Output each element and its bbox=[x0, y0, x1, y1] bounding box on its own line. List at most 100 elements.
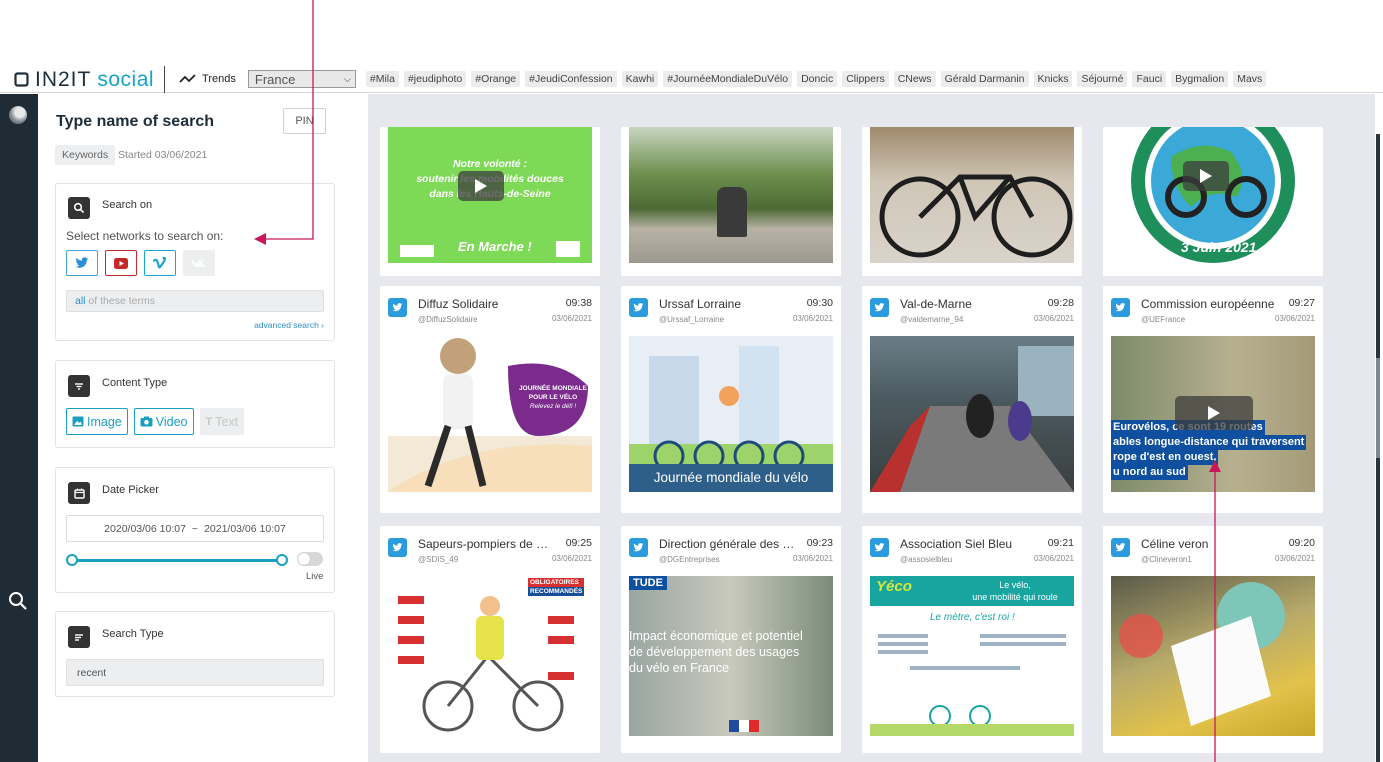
trending-tag[interactable]: Clippers bbox=[842, 70, 889, 88]
post-card[interactable]: Commission européenne @UEFrance 09:27 03/06… bbox=[1103, 286, 1323, 513]
post-media[interactable] bbox=[870, 127, 1074, 263]
media-text: Impact économique et potentiel bbox=[629, 629, 803, 643]
trending-tag[interactable]: Kawhi bbox=[621, 70, 659, 88]
trending-tag[interactable]: #JournéeMondialeDuVélo bbox=[663, 70, 793, 88]
post-media[interactable]: Journée mondiale du vélo bbox=[629, 336, 833, 492]
live-toggle[interactable] bbox=[297, 552, 323, 566]
date-slider-end-handle[interactable] bbox=[276, 554, 288, 566]
media-text: rope d'est en ouest, bbox=[1111, 450, 1219, 465]
search-type-select[interactable]: recent bbox=[66, 659, 324, 686]
post-card[interactable]: Diffuz Solidaire @DiffuzSolidaire 09:38 03/… bbox=[380, 286, 600, 513]
post-date: 03/06/2021 bbox=[792, 314, 833, 323]
illustration bbox=[398, 596, 574, 732]
search-on-card: Search on Select networks to search on: … bbox=[55, 183, 335, 341]
youtube-toggle[interactable] bbox=[105, 250, 137, 276]
post-card[interactable]: Val-de-Marne @valdemarne_94 09:28 03/06/202… bbox=[862, 286, 1082, 513]
trending-tag[interactable]: CNews bbox=[893, 70, 936, 88]
post-author-handle[interactable]: @Urssaf_Lorraine bbox=[659, 315, 724, 324]
post-media[interactable]: OBLIGATOIRES RECOMMANDÉS bbox=[388, 576, 592, 736]
post-author-name[interactable]: Association Siel Bleu bbox=[900, 537, 1038, 551]
trend-line-icon bbox=[179, 74, 196, 83]
trending-tag[interactable]: #jeudiphoto bbox=[403, 70, 467, 88]
avatar[interactable] bbox=[9, 106, 27, 124]
trending-tag[interactable]: Bygmalion bbox=[1171, 70, 1229, 88]
photo bbox=[1119, 582, 1285, 726]
media-logo bbox=[556, 241, 580, 257]
trending-tag[interactable]: Mavs bbox=[1233, 70, 1267, 88]
vimeo-toggle[interactable] bbox=[144, 250, 176, 276]
trending-tag[interactable]: Gérald Darmanin bbox=[940, 70, 1029, 88]
twitter-toggle[interactable] bbox=[66, 250, 98, 276]
post-author-handle[interactable]: @DGEntreprises bbox=[659, 555, 720, 564]
play-icon[interactable] bbox=[458, 171, 504, 201]
post-media[interactable]: JOURNÉE MONDIALE POUR LE VÉLO Relevez le d… bbox=[388, 336, 592, 492]
post-author-handle[interactable]: @UEFrance bbox=[1141, 315, 1185, 324]
search-icon[interactable] bbox=[7, 590, 29, 612]
post-author-name[interactable]: Direction générale des Entreprises bbox=[659, 537, 797, 551]
post-card[interactable]: Notre volonté : soutenir les mobilités d… bbox=[380, 127, 600, 276]
post-card[interactable]: Association Siel Bleu @assosielbleu 09:21 0… bbox=[862, 526, 1082, 753]
trending-tag[interactable]: Séjourné bbox=[1077, 70, 1128, 88]
post-media[interactable] bbox=[870, 336, 1074, 492]
trending-tag[interactable]: Doncic bbox=[797, 70, 838, 88]
date-range-input[interactable]: 2020/03/06 10:07 ~ 2021/03/06 10:07 bbox=[66, 515, 324, 542]
post-author-name[interactable]: Céline veron bbox=[1141, 537, 1279, 551]
post-author-name[interactable]: Commission européenne bbox=[1141, 297, 1279, 311]
post-media[interactable]: TUDE Impact économique et potentiel de dév… bbox=[629, 576, 833, 736]
trends-button[interactable]: Trends bbox=[179, 73, 236, 85]
play-icon[interactable] bbox=[1183, 161, 1229, 191]
post-author-name[interactable]: Urssaf Lorraine bbox=[659, 297, 797, 311]
advanced-search-link[interactable]: advanced search › bbox=[254, 320, 324, 330]
trending-tag[interactable]: #Orange bbox=[471, 70, 521, 88]
post-card[interactable]: Direction générale des Entreprises @DGEnt… bbox=[621, 526, 841, 753]
media-text: Notre volonté : bbox=[452, 158, 528, 170]
trending-tag[interactable]: Fauci bbox=[1132, 70, 1167, 88]
post-author-handle[interactable]: @assosielbleu bbox=[900, 555, 952, 564]
twitter-icon bbox=[388, 538, 407, 557]
media-logo bbox=[400, 245, 434, 257]
post-media[interactable]: Yéco Le vélo, une mobilité qui roule Le mèt… bbox=[870, 576, 1074, 736]
terms-input[interactable]: all of these terms bbox=[66, 290, 324, 312]
post-author-handle[interactable]: @Clineveron1 bbox=[1141, 555, 1192, 564]
post-author-name[interactable]: Sapeurs-pompiers de Maine-et-Loire bbox=[418, 537, 556, 551]
pin-button[interactable]: PIN bbox=[283, 108, 326, 134]
image-type-button[interactable]: Image bbox=[66, 408, 128, 435]
post-author-handle[interactable]: @DiffuzSolidaire bbox=[418, 315, 478, 324]
post-card[interactable] bbox=[862, 127, 1082, 276]
country-select[interactable]: France ⌵ bbox=[247, 70, 356, 88]
results-grid[interactable]: Notre volonté : soutenir les mobilités d… bbox=[368, 127, 1375, 762]
play-icon[interactable] bbox=[1175, 396, 1253, 430]
post-card[interactable]: 3 Juin 2021 bbox=[1103, 127, 1323, 276]
post-author-handle[interactable]: @valdemarne_94 bbox=[900, 315, 963, 324]
search-on-label: Search on bbox=[102, 199, 153, 211]
vk-toggle[interactable] bbox=[183, 250, 215, 276]
trending-tag[interactable]: #Mila bbox=[365, 70, 399, 88]
trending-tag[interactable]: #JeudiConfession bbox=[525, 70, 617, 88]
post-card[interactable] bbox=[621, 127, 841, 276]
app-logo[interactable]: IN2IT social bbox=[0, 65, 166, 93]
trending-tag[interactable]: Knicks bbox=[1033, 70, 1073, 88]
post-author-name[interactable]: Val-de-Marne bbox=[900, 297, 1038, 311]
post-media[interactable]: Notre volonté : soutenir les mobilités d… bbox=[388, 127, 592, 263]
post-media[interactable] bbox=[1111, 576, 1315, 736]
calendar-icon bbox=[68, 482, 90, 504]
video-type-button[interactable]: Video bbox=[133, 408, 194, 435]
post-time: 09:25 bbox=[565, 537, 592, 549]
post-time: 09:30 bbox=[806, 297, 833, 309]
results-scroll-thumb[interactable] bbox=[1376, 358, 1380, 458]
chevron-down-icon: ⌵ bbox=[344, 73, 351, 84]
post-media[interactable]: Eurovélos, ce sont 19 routesables longue… bbox=[1111, 336, 1315, 492]
twitter-icon bbox=[870, 298, 889, 317]
post-media[interactable] bbox=[629, 127, 833, 263]
post-card[interactable]: Sapeurs-pompiers de Maine-et-Loire @SDIS_… bbox=[380, 526, 600, 753]
post-author-name[interactable]: Diffuz Solidaire bbox=[418, 297, 556, 311]
post-card[interactable]: Céline veron @Clineveron1 09:20 03/06/2021 bbox=[1103, 526, 1323, 753]
date-slider-track[interactable] bbox=[71, 559, 281, 562]
post-card[interactable]: Urssaf Lorraine @Urssaf_Lorraine 09:30 03/0… bbox=[621, 286, 841, 513]
search-name-title[interactable]: Type name of search bbox=[56, 113, 214, 131]
post-media[interactable]: 3 Juin 2021 bbox=[1111, 127, 1315, 263]
date-slider-start-handle[interactable] bbox=[66, 554, 78, 566]
content-type-card: Content Type Image Video T Text bbox=[55, 360, 335, 448]
text-type-button[interactable]: T Text bbox=[199, 408, 245, 435]
post-author-handle[interactable]: @SDIS_49 bbox=[418, 555, 458, 564]
